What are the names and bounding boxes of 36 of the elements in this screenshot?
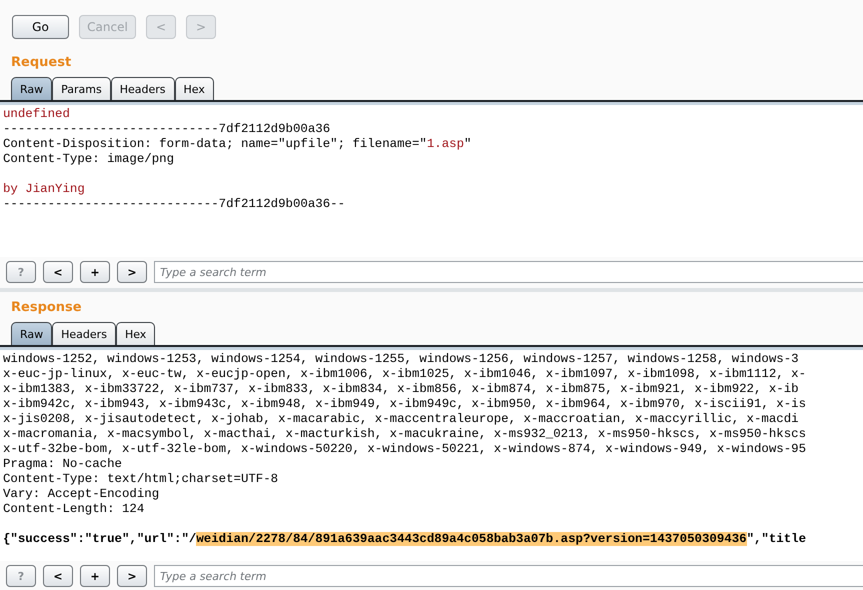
search-nav-button[interactable]: >	[117, 565, 147, 587]
tab[interactable]: Hex	[174, 77, 214, 100]
section-title: Response	[10, 299, 83, 317]
search-nav-button[interactable]: <	[43, 565, 73, 587]
code-line: x-jis0208, x-jisautodetect, x-johab, x-macarabic, x-maccentraleurope, x-maccroatian, x-maccyrillic, x-macdi	[3, 412, 800, 427]
code-line: Content-Length: 124	[3, 502, 146, 517]
code-line: -----------------------------7df2112d9b00a36--	[3, 197, 346, 212]
code-line: x-ibm942c, x-ibm943, x-ibm943c, x-ibm948, x-ibm949, x-ibm949c, x-ibm950, x-ibm964, x-ibm970, x-iscii91, x-is	[3, 397, 808, 412]
tab[interactable]: Headers	[110, 77, 175, 100]
code-line: windows-1252, windows-1253, windows-1254, windows-1255, windows-1256, windows-1257, windows-1258, windows-3	[3, 352, 800, 367]
tab[interactable]: Headers	[52, 322, 116, 345]
code-line: undefined	[3, 107, 71, 122]
tab[interactable]: Params	[52, 77, 111, 100]
search-nav-button[interactable]: <	[43, 261, 73, 283]
tab[interactable]: Raw	[11, 77, 52, 100]
code-line: x-macromania, x-macsymbol, x-macthai, x-macturkish, x-macukraine, x-ms932_0213, x-ms950-hkscs, x-ms950-hkscs	[3, 427, 808, 442]
toolbar-button[interactable]: Go	[12, 15, 69, 39]
section-title: Request	[10, 54, 72, 72]
tab[interactable]: Raw	[11, 322, 52, 345]
search-nav-button[interactable]: +	[80, 565, 110, 587]
search-field[interactable]: Type a search term	[154, 261, 863, 283]
code-line: Content-Type: image/png	[3, 152, 176, 167]
code-line: -----------------------------7df2112d9b00a36	[3, 122, 332, 137]
code-line: x-euc-jp-linux, x-euc-tw, x-eucjp-open, x-ibm1006, x-ibm1025, x-ibm1046, x-ibm1097, x-ibm1098, x-ibm1112, x-	[3, 367, 808, 382]
code-line: x-utf-32be-bom, x-utf-32le-bom, x-windows-50220, x-windows-50221, x-windows-874, x-windows-949, x-windows-95	[3, 442, 808, 457]
search-nav-button[interactable]: +	[80, 261, 110, 283]
tab[interactable]: Hex	[116, 322, 156, 345]
code-line: x-ibm1383, x-ibm33722, x-ibm737, x-ibm833, x-ibm834, x-ibm856, x-ibm874, x-ibm875, x-ibm921, x-ibm922, x-ib	[3, 382, 800, 397]
code-line: Content-Type: text/html;charset=UTF-8	[3, 472, 280, 487]
code-line: {"success":"true","url":"/weidian/2278/84/891a639aac3443cd89a4c058bab3a07b.asp?version=1437050309436","title	[3, 532, 808, 547]
search-nav-button[interactable]: >	[117, 261, 147, 283]
code-line: by JianYing	[3, 182, 86, 197]
code-line: Vary: Accept-Encoding	[3, 487, 160, 502]
code-line: Pragma: No-cache	[3, 457, 123, 472]
search-field[interactable]: Type a search term	[154, 565, 863, 587]
code-line: Content-Disposition: form-data; name="upfile"; filename="1.asp"	[3, 137, 472, 152]
